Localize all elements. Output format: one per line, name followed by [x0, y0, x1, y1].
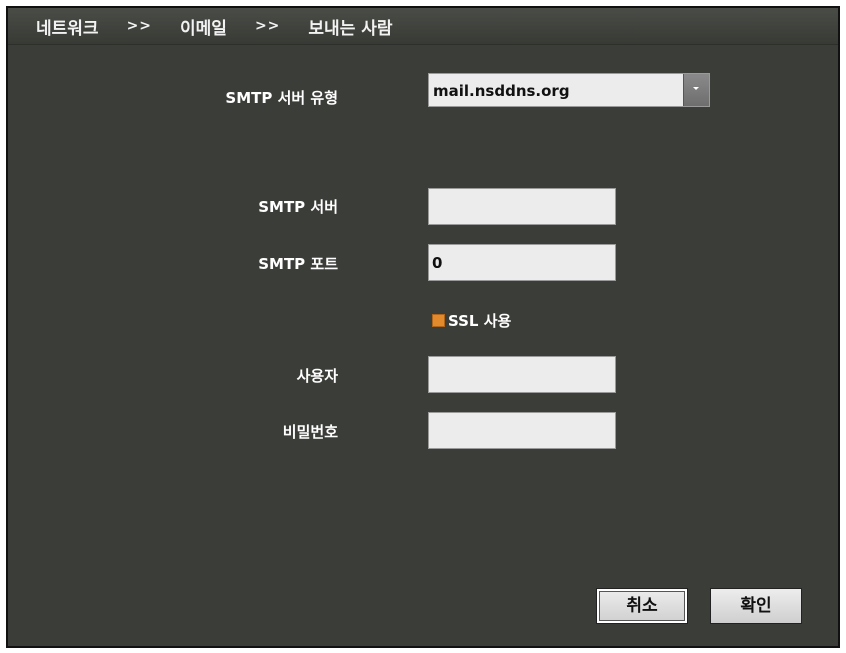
dropdown-arrow-icon[interactable] — [683, 74, 709, 106]
smtp-type-select[interactable]: mail.nsddns.org — [428, 73, 710, 107]
breadcrumb-separator: >> — [126, 18, 153, 34]
user-label: 사용자 — [296, 367, 338, 385]
cancel-button[interactable]: 취소 — [596, 588, 688, 624]
ssl-label: SSL 사용 — [448, 312, 512, 330]
breadcrumb: 네트워크 >> 이메일 >> 보내는 사람 — [36, 14, 393, 39]
breadcrumb-separator: >> — [254, 18, 281, 34]
title-bar: 네트워크 >> 이메일 >> 보내는 사람 — [8, 8, 838, 45]
breadcrumb-sender: 보내는 사람 — [308, 18, 393, 39]
smtp-type-value: mail.nsddns.org — [433, 82, 570, 100]
smtp-server-input[interactable] — [428, 188, 616, 225]
email-sender-dialog: 네트워크 >> 이메일 >> 보내는 사람 SMTP 서버 유형 mail.ns… — [6, 6, 840, 648]
smtp-port-label: SMTP 포트 — [258, 255, 338, 273]
password-label: 비밀번호 — [282, 423, 338, 441]
ssl-checkbox[interactable] — [432, 314, 445, 327]
password-input[interactable] — [428, 412, 616, 449]
breadcrumb-email: 이메일 — [180, 18, 227, 39]
ok-button[interactable]: 확인 — [710, 588, 802, 624]
user-input[interactable] — [428, 356, 616, 393]
smtp-type-label: SMTP 서버 유형 — [225, 89, 338, 107]
smtp-server-label: SMTP 서버 — [258, 198, 338, 216]
breadcrumb-network: 네트워크 — [36, 18, 99, 39]
smtp-port-input[interactable] — [428, 244, 616, 281]
